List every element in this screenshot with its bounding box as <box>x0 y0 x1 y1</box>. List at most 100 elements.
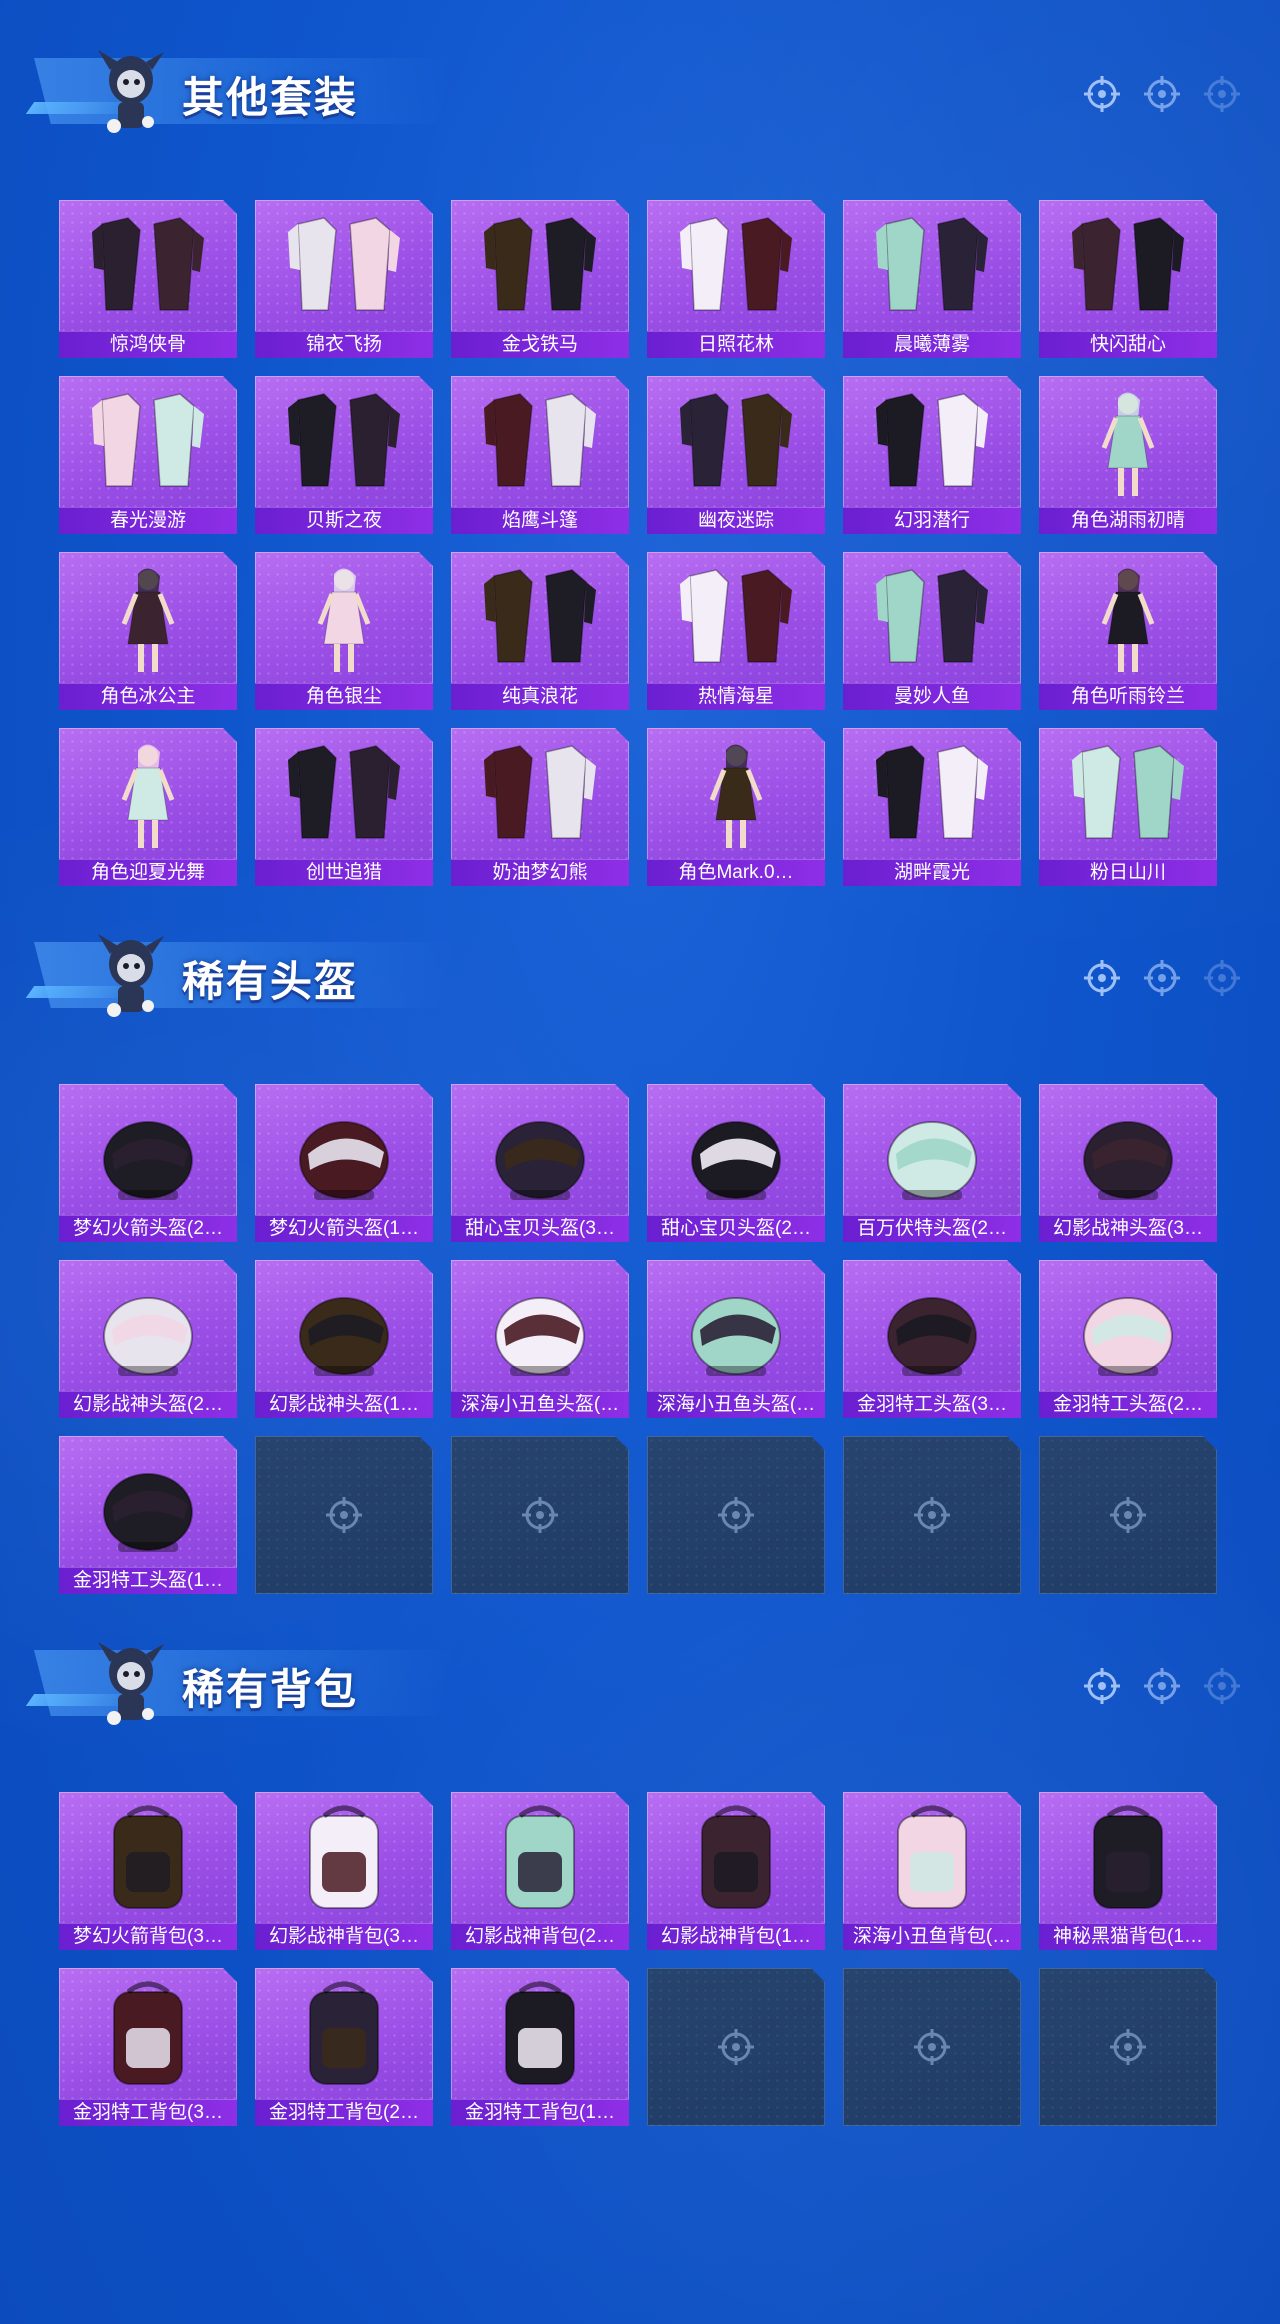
helmet-image <box>887 1297 977 1376</box>
backpack-image <box>505 1981 575 2085</box>
item-label: 梦幻火箭头盔(2… <box>59 1215 237 1242</box>
item-card[interactable]: 幻羽潜行 <box>843 376 1021 534</box>
outfit-image <box>680 569 792 663</box>
section-header: 稀有头盔 <box>0 914 1280 1024</box>
empty-slot <box>843 1968 1021 2126</box>
item-card[interactable]: 幻影战神背包(2… <box>451 1792 629 1950</box>
target-icon <box>1144 1668 1180 1704</box>
item-card[interactable]: 创世追猎 <box>255 728 433 886</box>
item-label: 幻羽潜行 <box>843 507 1021 534</box>
item-card[interactable]: 焰鹰斗篷 <box>451 376 629 534</box>
character-image <box>709 744 763 848</box>
item-card[interactable]: 惊鸿侠骨 <box>59 200 237 358</box>
item-card[interactable]: 甜心宝贝头盔(3… <box>451 1084 629 1242</box>
item-card[interactable]: 金戈铁马 <box>451 200 629 358</box>
item-label: 甜心宝贝头盔(3… <box>451 1215 629 1242</box>
target-icon <box>1144 960 1180 996</box>
item-grid: 梦幻火箭头盔(2… 梦幻火箭头盔(1… 甜心宝贝头盔(3… 甜心宝贝头盔(2… … <box>59 1084 1280 1598</box>
item-card[interactable]: 梦幻火箭背包(3… <box>59 1792 237 1950</box>
item-label: 角色听雨铃兰 <box>1039 683 1217 710</box>
item-card[interactable]: 深海小丑鱼背包(… <box>843 1792 1021 1950</box>
item-card[interactable]: 角色湖雨初晴 <box>1039 376 1217 534</box>
item-card[interactable]: 幻影战神背包(1… <box>647 1792 825 1950</box>
item-card[interactable]: 快闪甜心 <box>1039 200 1217 358</box>
mascot-icon <box>98 1642 164 1725</box>
item-card[interactable]: 角色银尘 <box>255 552 433 710</box>
item-card[interactable]: 日照花林 <box>647 200 825 358</box>
item-card[interactable]: 幻影战神头盔(3… <box>1039 1084 1217 1242</box>
item-card[interactable]: 贝斯之夜 <box>255 376 433 534</box>
item-card[interactable]: 锦衣飞扬 <box>255 200 433 358</box>
outfit-image <box>484 217 596 311</box>
item-label: 角色银尘 <box>255 683 433 710</box>
outfit-image <box>876 569 988 663</box>
item-label: 焰鹰斗篷 <box>451 507 629 534</box>
outfit-image <box>876 217 988 311</box>
empty-slot <box>1039 1436 1217 1594</box>
item-card[interactable]: 甜心宝贝头盔(2… <box>647 1084 825 1242</box>
target-icon <box>1084 960 1120 996</box>
item-card[interactable]: 角色冰公主 <box>59 552 237 710</box>
target-icon <box>326 1497 362 1533</box>
item-label: 神秘黑猫背包(1… <box>1039 1923 1217 1950</box>
item-card[interactable]: 角色Mark.0… <box>647 728 825 886</box>
mascot-icon <box>98 50 164 133</box>
character-image <box>121 568 175 672</box>
item-card[interactable]: 春光漫游 <box>59 376 237 534</box>
outfit-image <box>484 393 596 487</box>
target-icon <box>1144 76 1180 112</box>
item-card[interactable]: 角色听雨铃兰 <box>1039 552 1217 710</box>
item-card[interactable]: 角色迎夏光舞 <box>59 728 237 886</box>
section-other-outfits: 其他套装 惊鸿侠骨 锦衣飞扬 金戈铁马 日照花林 晨曦薄雾 快闪甜心 春光漫游 … <box>0 30 1280 890</box>
item-label: 金羽特工头盔(1… <box>59 1567 237 1594</box>
target-icon <box>1204 76 1240 112</box>
outfit-image <box>484 745 596 839</box>
target-icon <box>914 1497 950 1533</box>
item-card[interactable]: 热情海星 <box>647 552 825 710</box>
item-card[interactable]: 金羽特工头盔(3… <box>843 1260 1021 1418</box>
item-card[interactable]: 深海小丑鱼头盔(… <box>647 1260 825 1418</box>
item-label: 幻影战神背包(1… <box>647 1923 825 1950</box>
item-card[interactable]: 金羽特工背包(3… <box>59 1968 237 2126</box>
item-card[interactable]: 曼妙人鱼 <box>843 552 1021 710</box>
item-card[interactable]: 神秘黑猫背包(1… <box>1039 1792 1217 1950</box>
item-card[interactable]: 晨曦薄雾 <box>843 200 1021 358</box>
helmet-image <box>495 1121 585 1200</box>
item-card[interactable]: 幻影战神背包(3… <box>255 1792 433 1950</box>
outfit-image <box>1072 745 1184 839</box>
backpack-image <box>113 1805 183 1909</box>
item-card[interactable]: 幻影战神头盔(2… <box>59 1260 237 1418</box>
target-icon <box>718 1497 754 1533</box>
item-card[interactable]: 金羽特工头盔(1… <box>59 1436 237 1594</box>
target-icon <box>1084 76 1120 112</box>
section-header: 稀有背包 <box>0 1622 1280 1732</box>
character-image <box>1101 392 1155 496</box>
item-card[interactable]: 幽夜迷踪 <box>647 376 825 534</box>
item-card[interactable]: 湖畔霞光 <box>843 728 1021 886</box>
header-target-icons <box>1082 1666 1242 1706</box>
item-label: 幽夜迷踪 <box>647 507 825 534</box>
item-label: 深海小丑鱼背包(… <box>843 1923 1021 1950</box>
item-card[interactable]: 金羽特工背包(2… <box>255 1968 433 2126</box>
item-card[interactable]: 金羽特工头盔(2… <box>1039 1260 1217 1418</box>
backpack-image <box>505 1805 575 1909</box>
item-card[interactable]: 深海小丑鱼头盔(… <box>451 1260 629 1418</box>
item-card[interactable]: 梦幻火箭头盔(2… <box>59 1084 237 1242</box>
backpack-image <box>1093 1805 1163 1909</box>
helmet-image <box>691 1297 781 1376</box>
item-label: 角色湖雨初晴 <box>1039 507 1217 534</box>
item-card[interactable]: 百万伏特头盔(2… <box>843 1084 1021 1242</box>
helmet-image <box>103 1297 193 1376</box>
item-card[interactable]: 奶油梦幻熊 <box>451 728 629 886</box>
item-card[interactable]: 金羽特工背包(1… <box>451 1968 629 2126</box>
outfit-image <box>1072 217 1184 311</box>
helmet-image <box>887 1121 977 1200</box>
outfit-image <box>680 393 792 487</box>
item-card[interactable]: 幻影战神头盔(1… <box>255 1260 433 1418</box>
item-card[interactable]: 梦幻火箭头盔(1… <box>255 1084 433 1242</box>
item-label: 创世追猎 <box>255 859 433 886</box>
item-card[interactable]: 纯真浪花 <box>451 552 629 710</box>
item-card[interactable]: 粉日山川 <box>1039 728 1217 886</box>
item-label: 深海小丑鱼头盔(… <box>451 1391 629 1418</box>
item-label: 角色迎夏光舞 <box>59 859 237 886</box>
